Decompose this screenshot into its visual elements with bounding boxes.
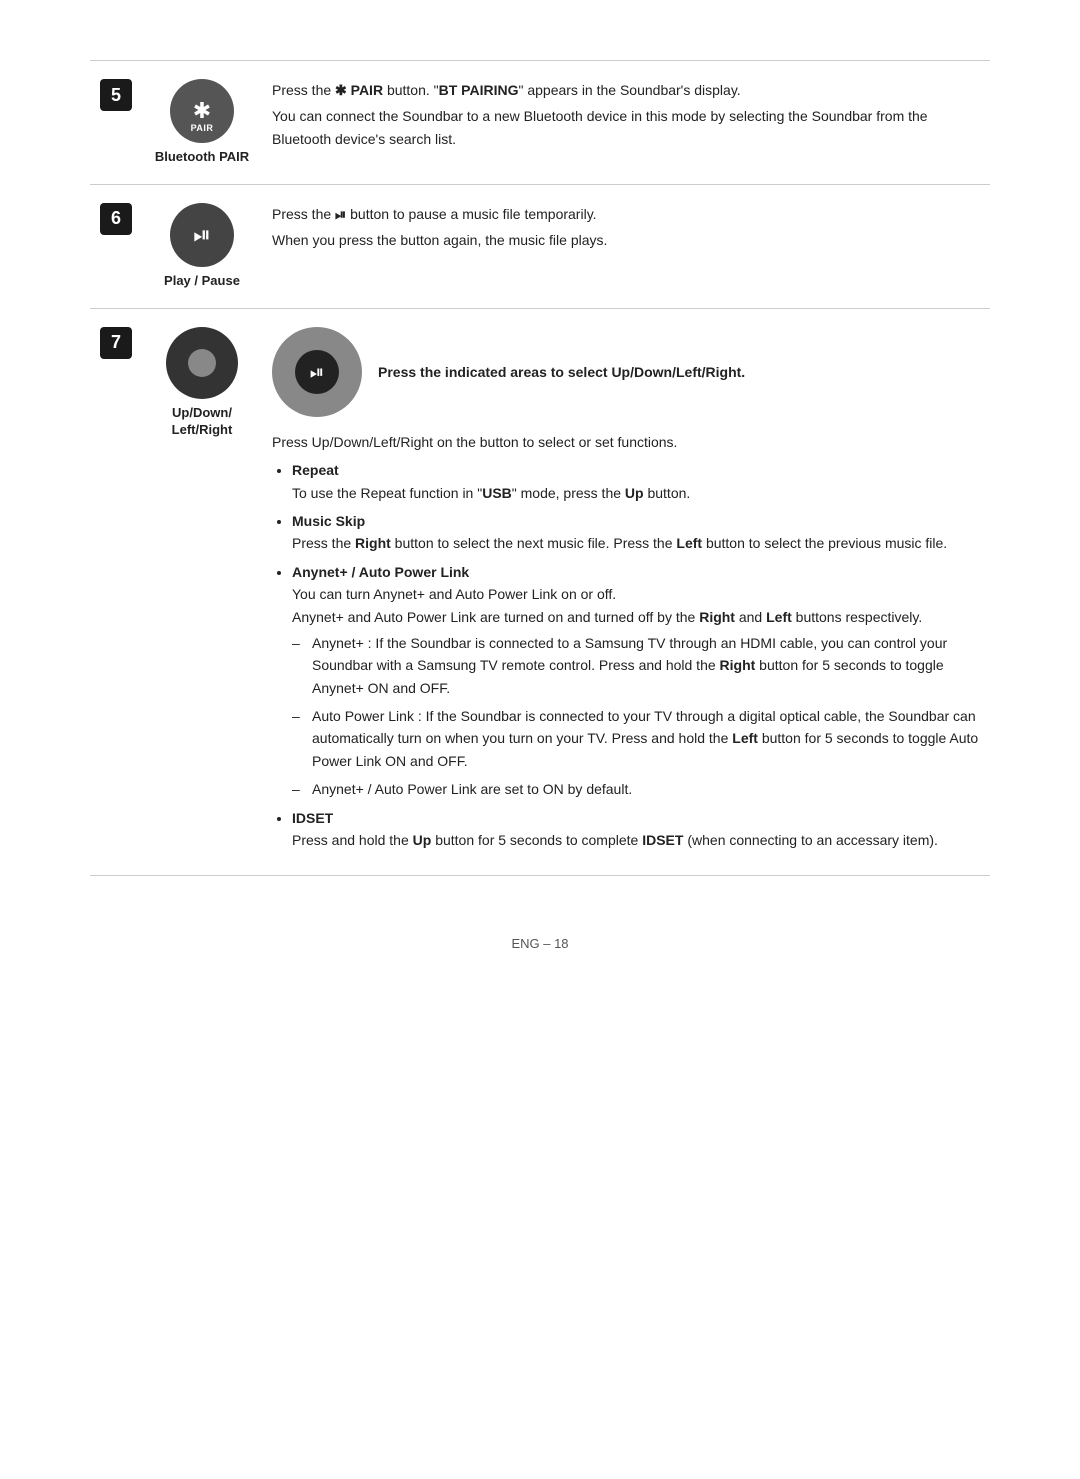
anynet-sub2: Auto Power Link : If the Soundbar is con… [292, 705, 980, 772]
step-num-box-5: 5 [100, 79, 132, 111]
right-bold-ms: Right [355, 535, 391, 551]
desc-cell-6: Press the ⏯ button to pause a music file… [262, 184, 990, 308]
dpad-large-icon: ⏯ [272, 327, 362, 417]
icon-label-6: Play / Pause [152, 273, 252, 290]
bullet-idset: IDSET Press and hold the Up button for 5… [292, 807, 980, 852]
play-pause-button-icon: ⏯ [170, 203, 234, 267]
desc-6-line2: When you press the button again, the mus… [272, 229, 980, 251]
desc-cell-5: Press the ✱ PAIR button. "BT PAIRING" ap… [262, 61, 990, 185]
bullet-repeat: Repeat To use the Repeat function in "US… [292, 459, 980, 504]
play-bold-6: ⏯ [335, 206, 346, 222]
footer-text: ENG – 18 [511, 936, 568, 951]
pair-bold: ✱ PAIR [335, 82, 383, 98]
bullet-anynet: Anynet+ / Auto Power Link You can turn A… [292, 561, 980, 801]
step-num-box-6: 6 [100, 203, 132, 235]
desc-7-intro: Press Up/Down/Left/Right on the button t… [272, 431, 980, 453]
page-wrapper: 5 ✱ PAIR Bluetooth PAIR Press the ✱ PAIR… [90, 60, 990, 951]
desc-5-line1: Press the ✱ PAIR button. "BT PAIRING" ap… [272, 79, 980, 101]
idset-text: Press and hold the Up button for 5 secon… [292, 832, 938, 848]
desc-cell-7: ⏯ Press the indicated areas to select Up… [262, 308, 990, 876]
idset-title: IDSET [292, 810, 333, 826]
repeat-title: Repeat [292, 462, 339, 478]
icon-cell-7: Up/Down/Left/Right [142, 308, 262, 876]
up-bold-r: Up [625, 485, 644, 501]
dpad-small-inner [188, 349, 216, 377]
right-bold-sub1: Right [720, 657, 756, 673]
step-number-5: 5 [90, 61, 142, 185]
left-bold-ms: Left [676, 535, 702, 551]
usb-bold: USB [482, 485, 512, 501]
step-number-7: 7 [90, 308, 142, 876]
step-num-box-7: 7 [100, 327, 132, 359]
bt-pairing-bold: BT PAIRING [439, 82, 519, 98]
music-skip-title: Music Skip [292, 513, 365, 529]
icon-cell-6: ⏯ Play / Pause [142, 184, 262, 308]
icon-label-7: Up/Down/Left/Right [152, 405, 252, 439]
up-bold-idset: Up [413, 832, 432, 848]
bluetooth-button-icon: ✱ PAIR [170, 79, 234, 143]
anynet-title: Anynet+ / Auto Power Link [292, 564, 469, 580]
icon-label-5: Bluetooth PAIR [152, 149, 252, 166]
anynet-subbullets: Anynet+ : If the Soundbar is connected t… [292, 632, 980, 801]
anynet-sub3: Anynet+ / Auto Power Link are set to ON … [292, 778, 980, 800]
bullet-music-skip: Music Skip Press the Right button to sel… [292, 510, 980, 555]
step-number-6: 6 [90, 184, 142, 308]
anynet-text2: Anynet+ and Auto Power Link are turned o… [292, 609, 922, 625]
step-row-7: 7 Up/Down/Left/Right ⏯ [90, 308, 990, 876]
page-footer: ENG – 18 [90, 936, 990, 951]
desc-7-list: Repeat To use the Repeat function in "US… [272, 459, 980, 851]
anynet-sub1: Anynet+ : If the Soundbar is connected t… [292, 632, 980, 699]
desc-6-line1: Press the ⏯ button to pause a music file… [272, 203, 980, 225]
instruction-table: 5 ✱ PAIR Bluetooth PAIR Press the ✱ PAIR… [90, 60, 990, 876]
step-row-5: 5 ✱ PAIR Bluetooth PAIR Press the ✱ PAIR… [90, 61, 990, 185]
step-row-6: 6 ⏯ Play / Pause Press the ⏯ button to p… [90, 184, 990, 308]
music-skip-text: Press the Right button to select the nex… [292, 535, 947, 551]
dpad-small-icon [166, 327, 238, 399]
bluetooth-pair-label: PAIR [191, 123, 214, 133]
bluetooth-icon: ✱ [193, 100, 211, 122]
play-pause-icon: ⏯ [193, 224, 211, 246]
dpad-center-play-icon: ⏯ [310, 363, 324, 381]
anynet-text1: You can turn Anynet+ and Auto Power Link… [292, 586, 616, 602]
dpad-row: ⏯ Press the indicated areas to select Up… [272, 327, 980, 417]
left-bold-sub2: Left [732, 730, 758, 746]
icon-cell-5: ✱ PAIR Bluetooth PAIR [142, 61, 262, 185]
dpad-large-inner: ⏯ [295, 350, 339, 394]
repeat-text: To use the Repeat function in "USB" mode… [292, 485, 690, 501]
desc-5-line2: You can connect the Soundbar to a new Bl… [272, 105, 980, 150]
idset-bold: IDSET [642, 832, 683, 848]
dpad-instruction-label: Press the indicated areas to select Up/D… [378, 361, 745, 383]
right-bold-a: Right [699, 609, 735, 625]
left-bold-a: Left [766, 609, 792, 625]
